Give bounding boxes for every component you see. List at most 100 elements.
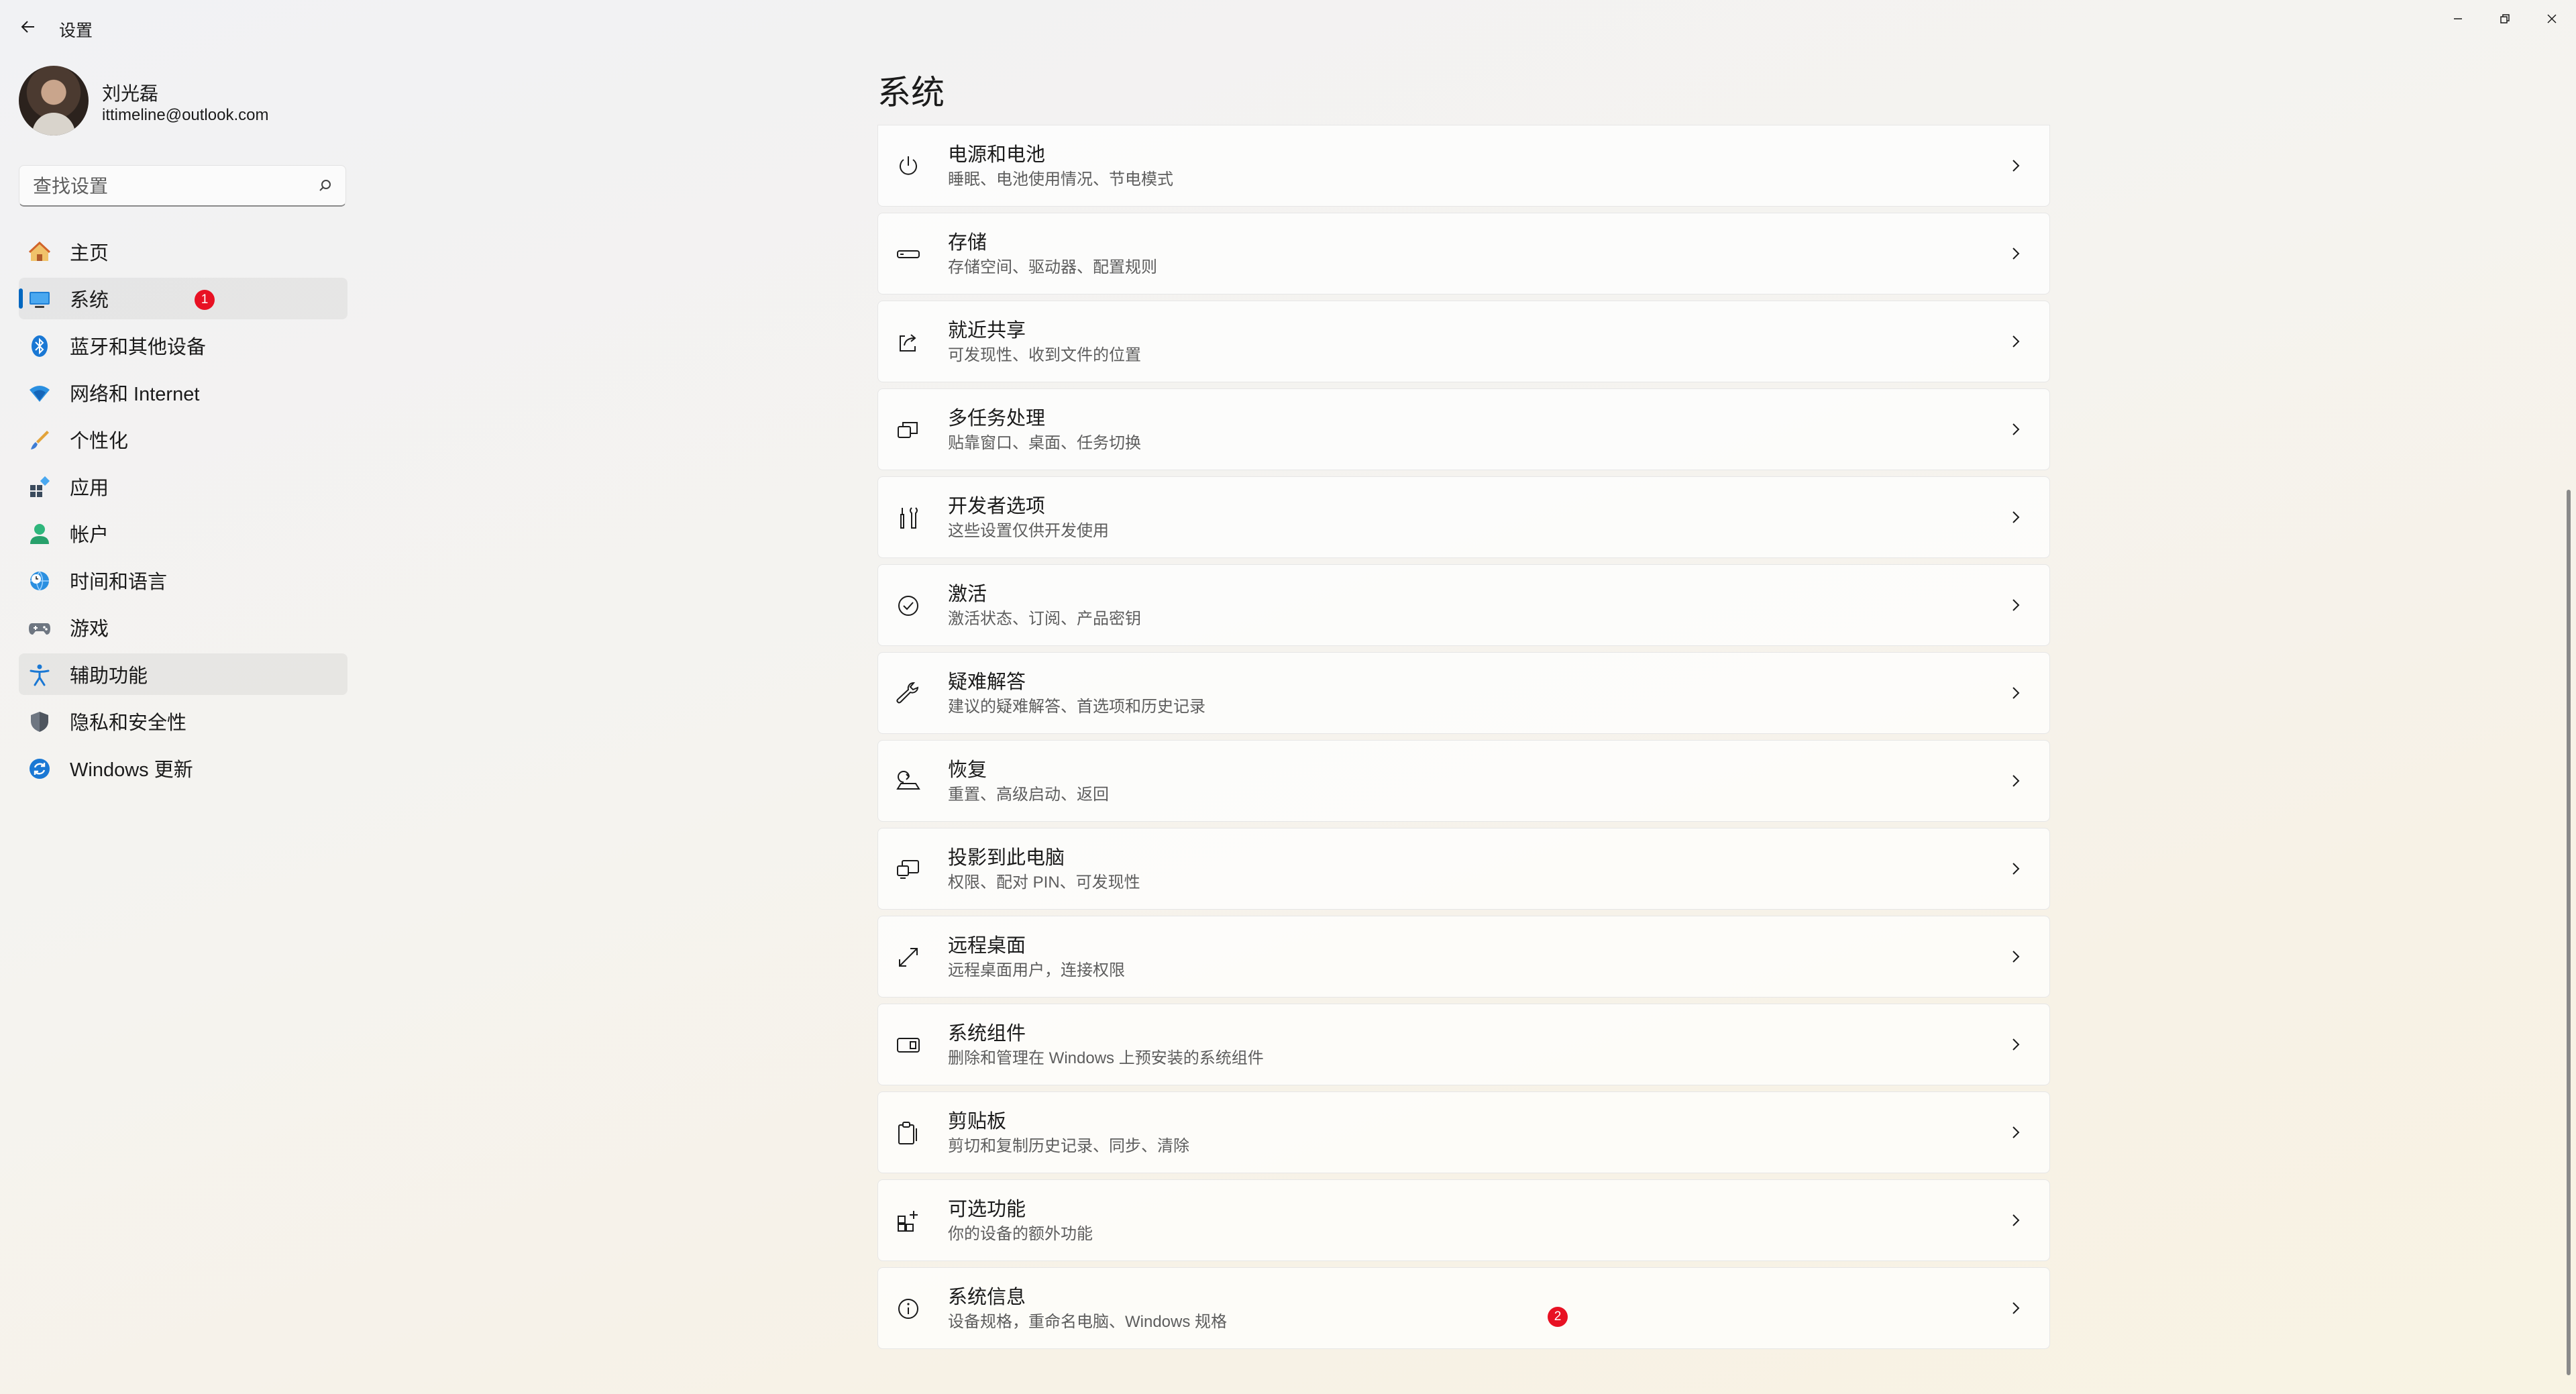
app-title: 设置	[59, 21, 93, 40]
update-icon	[28, 757, 51, 780]
chevron-right-icon	[2008, 1035, 2024, 1054]
settings-item-recovery[interactable]: 恢复 重置、高级启动、返回	[877, 740, 2050, 822]
scrollbar-thumb[interactable]	[2567, 490, 2571, 1375]
settings-item-subtitle: 激活状态、订阅、产品密钥	[948, 610, 1141, 628]
settings-item-subtitle: 设备规格，重命名电脑、Windows 规格	[948, 1313, 1228, 1331]
selection-indicator	[19, 288, 23, 309]
settings-item-subtitle: 睡眠、电池使用情况、节电模式	[948, 170, 1173, 189]
sidebar-item-label: 网络和 Internet	[70, 384, 200, 405]
user-email: ittimeline@outlook.com	[102, 106, 269, 124]
chevron-right-icon	[2008, 420, 2024, 439]
user-name: 刘光磊	[102, 83, 159, 104]
chevron-right-icon	[2008, 244, 2024, 263]
apps-icon	[28, 476, 51, 498]
sidebar-item-bluetooth[interactable]: 蓝牙和其他设备	[19, 325, 347, 366]
account-icon	[28, 523, 51, 545]
chevron-right-icon	[2008, 508, 2024, 527]
chevron-right-icon	[2008, 332, 2024, 351]
settings-item-title: 激活	[948, 584, 987, 605]
settings-item-title: 可选功能	[948, 1199, 1026, 1220]
sidebar-item-gaming[interactable]: 游戏	[19, 606, 347, 648]
settings-item-title: 存储	[948, 232, 987, 254]
settings-item-subtitle: 建议的疑难解答、首选项和历史记录	[948, 698, 1205, 716]
sidebar-item-system[interactable]: 系统 1	[19, 278, 347, 319]
settings-item-multitasking[interactable]: 多任务处理 贴靠窗口、桌面、任务切换	[877, 388, 2050, 470]
brush-icon	[28, 429, 51, 451]
settings-item-power[interactable]: 电源和电池 睡眠、电池使用情况、节电模式	[877, 125, 2050, 207]
sidebar-item-personalization[interactable]: 个性化	[19, 419, 347, 460]
settings-item-developer-options[interactable]: 开发者选项 这些设置仅供开发使用	[877, 476, 2050, 558]
search-icon[interactable]	[317, 178, 333, 194]
gamepad-icon	[28, 616, 51, 639]
components-icon	[896, 1032, 921, 1058]
multitask-icon	[896, 417, 921, 443]
minimize-icon	[2454, 18, 2462, 19]
settings-item-title: 疑难解答	[948, 672, 1026, 693]
sidebar-item-accounts[interactable]: 帐户	[19, 513, 347, 554]
sidebar-item-label: Windows 更新	[70, 759, 193, 781]
notification-badge: 2	[1548, 1307, 1568, 1327]
search-input[interactable]	[32, 172, 316, 201]
sidebar-item-label: 辅助功能	[70, 665, 148, 687]
globe-clock-icon	[28, 570, 51, 592]
sidebar-item-apps[interactable]: 应用	[19, 466, 347, 507]
share-icon	[896, 329, 921, 355]
info-icon	[896, 1296, 921, 1322]
settings-item-troubleshoot[interactable]: 疑难解答 建议的疑难解答、首选项和历史记录	[877, 652, 2050, 734]
sidebar-item-windows-update[interactable]: Windows 更新	[19, 747, 347, 789]
settings-item-optional-features[interactable]: 可选功能 你的设备的额外功能	[877, 1179, 2050, 1261]
sidebar-item-network[interactable]: 网络和 Internet	[19, 372, 347, 413]
bluetooth-icon	[28, 335, 51, 358]
settings-item-title: 系统信息	[948, 1287, 1026, 1308]
chevron-right-icon	[2008, 771, 2024, 790]
page-title: 系统	[877, 74, 945, 111]
settings-item-subtitle: 贴靠窗口、桌面、任务切换	[948, 434, 1141, 452]
chevron-right-icon	[2008, 1211, 2024, 1230]
settings-item-storage[interactable]: 存储 存储空间、驱动器、配置规则	[877, 213, 2050, 294]
sidebar-item-home[interactable]: 主页	[19, 231, 347, 272]
search-box[interactable]	[19, 165, 346, 207]
back-arrow-icon	[21, 21, 34, 33]
settings-list: 电源和电池 睡眠、电池使用情况、节电模式 存储 存储空间、驱动器、配置规则 就近…	[877, 125, 2050, 1355]
settings-item-subtitle: 存储空间、驱动器、配置规则	[948, 258, 1157, 276]
storage-icon	[896, 242, 921, 267]
settings-item-activation[interactable]: 激活 激活状态、订阅、产品密钥	[877, 564, 2050, 646]
settings-item-clipboard[interactable]: 剪贴板 剪切和复制历史记录、同步、清除	[877, 1091, 2050, 1173]
optional-features-icon	[896, 1208, 921, 1234]
settings-item-system-components[interactable]: 系统组件 删除和管理在 Windows 上预安装的系统组件	[877, 1004, 2050, 1085]
chevron-right-icon	[2008, 859, 2024, 878]
project-icon	[896, 857, 921, 882]
settings-item-subtitle: 可发现性、收到文件的位置	[948, 346, 1141, 364]
close-icon	[2547, 14, 2557, 23]
remote-desktop-icon	[896, 945, 921, 970]
settings-item-title: 开发者选项	[948, 496, 1046, 517]
sidebar-item-accessibility[interactable]: 辅助功能	[19, 653, 347, 695]
settings-item-remote-desktop[interactable]: 远程桌面 远程桌面用户，连接权限	[877, 916, 2050, 998]
sidebar-item-label: 隐私和安全性	[70, 712, 187, 734]
settings-item-title: 远程桌面	[948, 935, 1026, 957]
settings-item-title: 投影到此电脑	[948, 847, 1065, 869]
sidebar-item-label: 主页	[70, 243, 109, 264]
recovery-icon	[896, 769, 921, 794]
power-icon	[896, 154, 921, 179]
settings-item-subtitle: 你的设备的额外功能	[948, 1225, 1093, 1243]
settings-item-project-to-pc[interactable]: 投影到此电脑 权限、配对 PIN、可发现性	[877, 828, 2050, 910]
sidebar-item-time-language[interactable]: 时间和语言	[19, 559, 347, 601]
settings-item-title: 电源和电池	[948, 144, 1046, 166]
restore-button[interactable]	[2489, 5, 2521, 32]
avatar[interactable]	[19, 66, 89, 136]
restore-icon	[2500, 14, 2510, 23]
sidebar-item-label: 帐户	[70, 525, 109, 546]
minimize-button[interactable]	[2442, 5, 2474, 32]
settings-item-nearby-sharing[interactable]: 就近共享 可发现性、收到文件的位置	[877, 301, 2050, 382]
accessibility-icon	[28, 663, 51, 686]
sidebar-item-privacy[interactable]: 隐私和安全性	[19, 700, 347, 742]
settings-item-title: 剪贴板	[948, 1111, 1007, 1132]
settings-item-about[interactable]: 系统信息 设备规格，重命名电脑、Windows 规格 2	[877, 1267, 2050, 1349]
activation-icon	[896, 593, 921, 619]
sidebar-item-label: 个性化	[70, 431, 129, 452]
close-button[interactable]	[2536, 5, 2568, 32]
settings-item-subtitle: 权限、配对 PIN、可发现性	[948, 873, 1140, 892]
back-button[interactable]	[16, 15, 40, 39]
chevron-right-icon	[2008, 156, 2024, 175]
